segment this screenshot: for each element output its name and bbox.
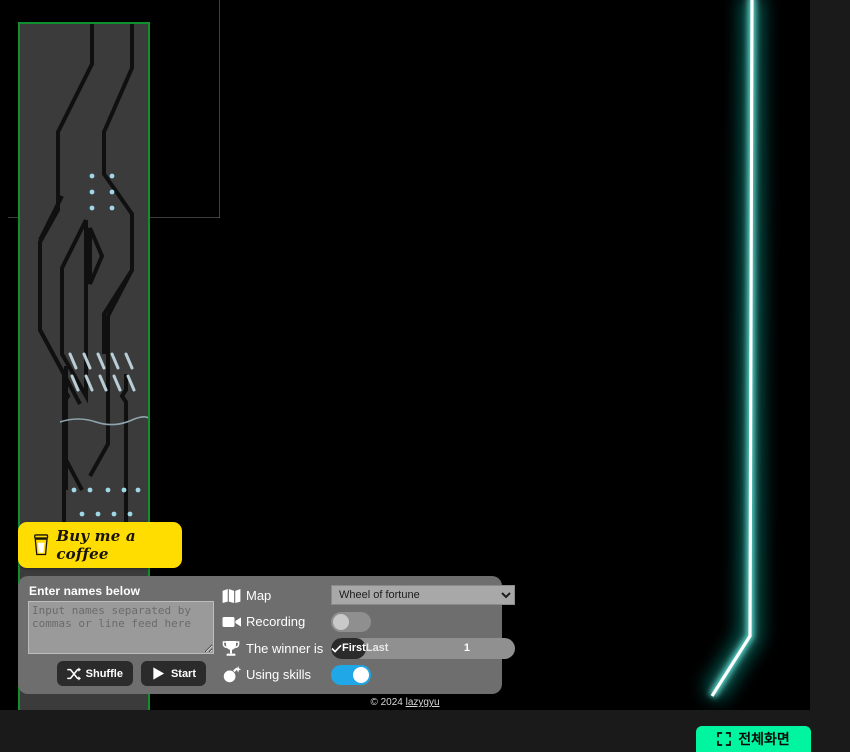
setting-row-map: Map Wheel of fortune xyxy=(222,584,515,607)
neon-beam xyxy=(702,0,763,702)
winner-segmented-control: First Last xyxy=(331,637,515,659)
recording-toggle[interactable] xyxy=(331,611,371,632)
map-icon xyxy=(222,588,246,603)
toggle-knob xyxy=(353,666,369,683)
author-link[interactable]: lazygyu xyxy=(406,697,440,708)
setting-row-recording: Recording xyxy=(222,611,515,634)
fullscreen-label: 전체화면 xyxy=(738,731,790,747)
winner-label: The winner is xyxy=(246,640,324,656)
settings-panel: Enter names below Shuffle xyxy=(18,576,515,694)
start-label: Start xyxy=(170,667,196,680)
panel-left-column: Enter names below Shuffle xyxy=(28,584,214,686)
check-icon xyxy=(331,644,342,653)
winner-option-first[interactable]: First xyxy=(331,637,366,659)
winner-rank-input[interactable] xyxy=(388,641,515,656)
play-icon xyxy=(153,667,165,680)
toggle-knob xyxy=(333,613,349,630)
shuffle-label: Shuffle xyxy=(85,667,123,680)
map-select[interactable]: Wheel of fortune xyxy=(331,585,515,606)
coffee-cup-icon xyxy=(34,534,49,556)
winner-option-last[interactable]: Last xyxy=(366,638,389,659)
shuffle-button[interactable]: Shuffle xyxy=(56,661,133,686)
setting-row-skills: Using skills xyxy=(222,664,515,687)
expand-icon xyxy=(717,732,732,746)
trophy-icon xyxy=(222,640,246,657)
video-camera-icon xyxy=(222,615,246,629)
app-root: Buy me a coffee Enter names below Shuffl… xyxy=(0,0,850,752)
names-title: Enter names below xyxy=(29,584,141,598)
panel-right-column: Map Wheel of fortune Recording The winne… xyxy=(222,584,515,686)
bomb-icon xyxy=(222,666,246,683)
start-button[interactable]: Start xyxy=(140,661,206,686)
winner-option-first-label: First xyxy=(342,642,366,655)
skills-toggle[interactable] xyxy=(331,664,371,685)
guide-line-vertical xyxy=(219,0,220,218)
names-input[interactable] xyxy=(28,601,214,654)
skills-label: Using skills xyxy=(246,667,312,683)
winner-option-last-label: Last xyxy=(365,642,389,655)
setting-row-winner: The winner is First Last xyxy=(222,637,515,660)
recording-label: Recording xyxy=(246,614,306,630)
buy-me-a-coffee-button[interactable]: Buy me a coffee xyxy=(18,522,182,568)
footer: © 2024 lazygyu xyxy=(0,697,810,708)
fullscreen-button[interactable]: 전체화면 xyxy=(696,726,811,752)
action-buttons: Shuffle Start xyxy=(28,661,214,686)
map-label: Map xyxy=(246,587,272,603)
shuffle-icon xyxy=(66,667,81,680)
copyright-text: © 2024 xyxy=(370,697,406,708)
coffee-label: Buy me a coffee xyxy=(56,527,136,563)
